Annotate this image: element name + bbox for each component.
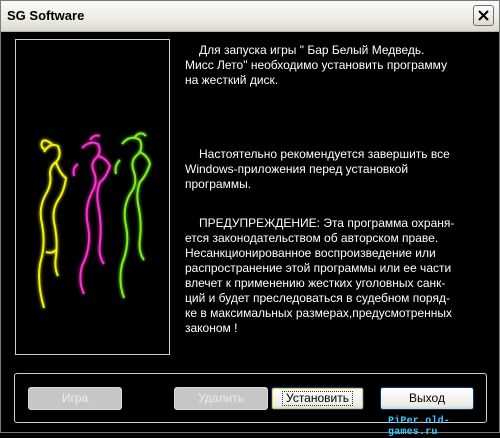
yellow-dancer-figure bbox=[38, 139, 68, 309]
watermark-text: PiPer.old-games.ru bbox=[388, 416, 451, 438]
game-button[interactable]: Игра bbox=[28, 387, 122, 410]
close-button[interactable] bbox=[473, 5, 494, 26]
install-button[interactable]: Установить bbox=[271, 387, 364, 410]
green-dancer-figure bbox=[114, 132, 152, 299]
close-apps-recommendation-text: Настоятельно рекомендуется завершить все… bbox=[185, 147, 450, 191]
install-instruction-text: Для запуска игры " Бар Белый Медведь. Ми… bbox=[185, 43, 448, 87]
install-button-label: Установить bbox=[282, 391, 353, 406]
exit-button[interactable]: Выход bbox=[380, 387, 474, 410]
pink-dancer-figure bbox=[72, 134, 112, 295]
window-title: SG Software bbox=[7, 8, 85, 23]
neon-dancers-image bbox=[15, 39, 170, 355]
copyright-warning-text: ПРЕДУПРЕЖДЕНИЕ: Эта программа охраня- ет… bbox=[185, 216, 455, 335]
neon-figures bbox=[38, 132, 152, 309]
title-bar[interactable]: SG Software bbox=[1, 1, 499, 32]
remove-button[interactable]: Удалить bbox=[174, 387, 268, 410]
setup-window: SG Software Для запуска игры " Бар Белый… bbox=[0, 0, 500, 438]
close-icon bbox=[478, 10, 489, 21]
